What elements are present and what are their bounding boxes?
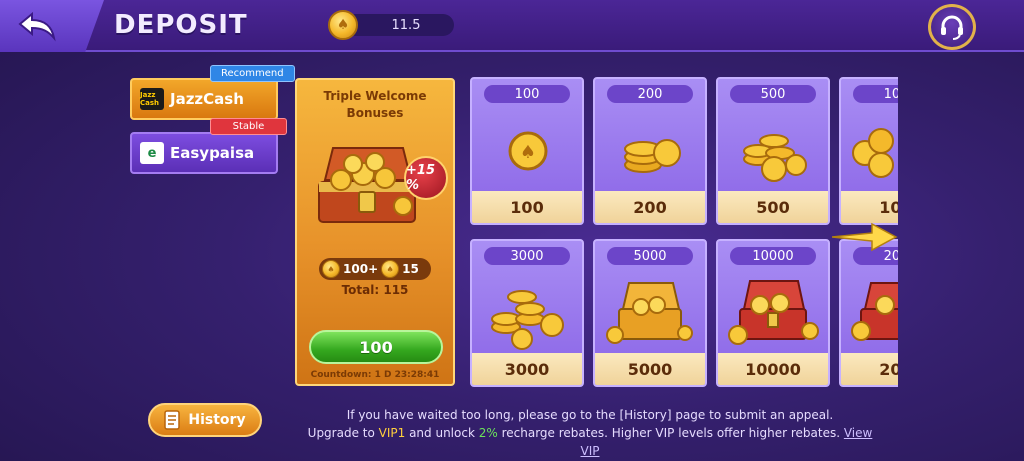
notice-line-2: Upgrade to VIP1 and unlock 2% recharge r… (300, 424, 880, 460)
notice-rest-text: recharge rebates. Higher VIP levels offe… (497, 426, 844, 440)
deposit-package[interactable]: 100 ♠ 100 (470, 77, 584, 225)
package-amount-label: 100 (853, 85, 898, 103)
stable-tag: Stable (210, 118, 287, 135)
balance-value: 11.5 (344, 14, 454, 36)
history-button[interactable]: History (148, 403, 262, 437)
recommend-tag: Recommend (210, 65, 295, 82)
package-amount-label: 200 (607, 85, 693, 103)
payment-method-jazzcash[interactable]: Jazz Cash JazzCash (130, 78, 278, 120)
back-arrow-icon (18, 11, 56, 42)
bonus-percent-badge: +15 % (404, 156, 448, 200)
rebate-percent-text: 2% (478, 426, 498, 440)
customer-support-button[interactable] (928, 4, 976, 50)
history-label: History (188, 412, 246, 428)
deposit-package[interactable]: 3000 3000 (470, 239, 584, 387)
package-amount: 3000 (472, 353, 582, 385)
payment-method-easypaisa[interactable]: e Easypaisa (130, 132, 278, 174)
welcome-bonus-card[interactable]: Triple Welcome Bonuses +15 % ♠ 100 + ♠ 1… (295, 78, 455, 386)
coin-icon: ♠ (328, 10, 358, 40)
coins-stack-icon (624, 139, 681, 173)
bonus-extra: 15 (402, 262, 419, 276)
deposit-package[interactable]: 10000 10000 (716, 239, 830, 387)
deposit-package[interactable]: 100 100 (839, 77, 898, 225)
treasure-chest-icon (851, 282, 898, 341)
balance-display: 11.5 ♠ (328, 10, 454, 40)
coin-icon: ♠ (322, 260, 340, 278)
coins-pile-icon (852, 128, 894, 178)
bonus-plus: + (368, 262, 379, 276)
page-title: DEPOSIT (114, 10, 248, 40)
jazzcash-logo: Jazz Cash (140, 88, 164, 110)
deposit-package[interactable]: 500 500 (716, 77, 830, 225)
package-amount: 100 (472, 191, 582, 223)
vip-level-text: VIP1 (378, 426, 406, 440)
bonus-base: 100 (343, 262, 369, 276)
deposit-notice: If you have waited too long, please go t… (300, 406, 880, 460)
bonus-title: Triple Welcome Bonuses (323, 89, 427, 120)
headset-icon (941, 15, 963, 40)
package-amount: 200 (841, 353, 898, 385)
deposit-package[interactable]: 200 200 (593, 77, 707, 225)
package-amount: 10000 (718, 353, 828, 385)
treasure-chest-icon (606, 282, 693, 344)
package-amount-label: 100 (484, 85, 570, 103)
top-bar: DEPOSIT 11.5 ♠ (0, 0, 1024, 52)
package-amount: 5000 (595, 353, 705, 385)
coins-pile-icon (491, 290, 564, 350)
coin-icon: ♠ (381, 260, 400, 278)
svg-text:♠: ♠ (520, 142, 536, 163)
package-amount: 200 (595, 191, 705, 223)
package-amount-label: 10000 (730, 247, 816, 265)
notice-line-1: If you have waited too long, please go t… (346, 408, 834, 422)
coin-icon: ♠ (508, 131, 548, 171)
package-amount-label: 500 (730, 85, 816, 103)
package-amount: 100 (841, 191, 898, 223)
back-button[interactable] (0, 0, 104, 52)
scroll-right-arrow-icon[interactable] (832, 220, 898, 254)
notice-unlock-text: and unlock (405, 426, 479, 440)
bonus-countdown: Countdown: 1 D 23:28:41 (310, 370, 440, 380)
payment-method-label: JazzCash (170, 90, 244, 108)
payment-method-label: Easypaisa (170, 144, 255, 162)
document-icon (164, 410, 181, 430)
bonus-calculation: ♠ 100 + ♠ 15 (319, 258, 431, 280)
package-amount: 500 (718, 191, 828, 223)
easypaisa-logo: e (140, 142, 164, 164)
notice-upgrade-text: Upgrade to (307, 426, 379, 440)
package-amount-label: 5000 (607, 247, 693, 265)
coins-pile-icon (743, 134, 807, 182)
package-amount-label: 3000 (484, 247, 570, 265)
deposit-package[interactable]: 200 200 (839, 239, 898, 387)
deposit-package[interactable]: 5000 5000 (593, 239, 707, 387)
bonus-total: Total: 115 (341, 283, 409, 297)
treasure-chest-icon (728, 280, 819, 345)
bonus-buy-button[interactable]: 100 (309, 330, 443, 364)
